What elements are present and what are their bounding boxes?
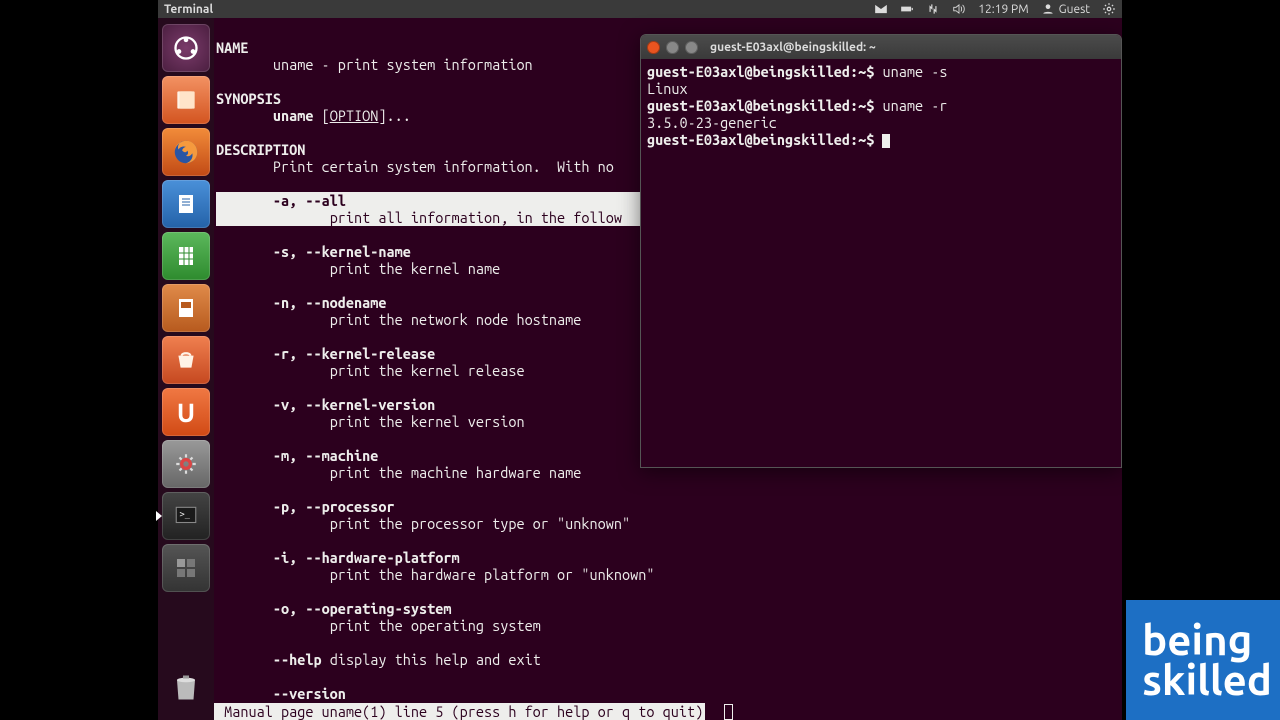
close-icon[interactable] [647,41,660,54]
man-synopsis-arg: OPTION [330,107,379,124]
man-option: -r, --kernel-release [273,345,435,362]
terminal-body[interactable]: guest-E03axl@beingskilled:~$ uname -s Li… [641,59,1121,152]
settings-icon[interactable] [162,440,210,488]
battery-icon[interactable] [900,2,914,16]
clock[interactable]: 12:19 PM [978,3,1028,16]
ubuntu-one-icon[interactable]: U [162,388,210,436]
man-option: -s, --kernel-name [273,243,411,260]
gear-icon[interactable] [1102,2,1116,16]
top-panel: Terminal 12:19 PM Guest [158,0,1122,18]
man-synopsis-header: SYNOPSIS [216,90,281,107]
man-synopsis-cmd: uname [273,107,314,124]
man-desc-line: Print certain system information. With n… [216,158,614,175]
svg-text:>_: >_ [180,510,191,520]
software-center-icon[interactable] [162,336,210,384]
terminal-titlebar[interactable]: guest-E03axl@beingskilled: ~ [641,35,1121,59]
active-app-title: Terminal [158,3,213,16]
man-option: -p, --processor [273,498,395,515]
terminal-output: 3.5.0-23-generic [647,114,777,131]
terminal-prompt: guest-E03axl@beingskilled:~$ [647,63,874,80]
terminal-window[interactable]: guest-E03axl@beingskilled: ~ guest-E03ax… [640,34,1122,468]
files-icon[interactable] [162,76,210,124]
man-name-line: uname - print system information [216,56,533,73]
man-option: -n, --nodename [273,294,387,311]
terminal-cmd: uname -s [874,63,947,80]
mail-icon[interactable] [874,2,888,16]
man-option: -o, --operating-system [273,600,452,617]
network-icon[interactable] [926,2,940,16]
writer-icon[interactable] [162,180,210,228]
volume-icon[interactable] [952,2,966,16]
terminal-cursor [882,134,890,148]
trash-icon[interactable] [162,662,210,710]
workspace-switcher-icon[interactable] [162,544,210,592]
watermark: being skilled [1126,600,1280,720]
user-menu[interactable]: Guest [1041,2,1090,16]
minimize-icon[interactable] [666,41,679,54]
man-option: -i, --hardware-platform [273,549,460,566]
terminal-prompt: guest-E03axl@beingskilled:~$ [647,97,874,114]
unity-launcher: U >_ [158,18,214,720]
man-option: --help [273,651,322,668]
man-option: --version [273,685,346,702]
man-name-header: NAME [216,39,248,56]
maximize-icon[interactable] [685,41,698,54]
man-cursor [724,704,733,720]
terminal-output: Linux [647,80,688,97]
terminal-prompt: guest-E03axl@beingskilled:~$ [647,131,874,148]
impress-icon[interactable] [162,284,210,332]
man-status-line: Manual page uname(1) line 5 (press h for… [214,703,705,720]
terminal-title: guest-E03axl@beingskilled: ~ [710,41,876,54]
dash-icon[interactable] [162,24,210,72]
man-option: -v, --kernel-version [273,396,435,413]
man-option: -m, --machine [273,447,379,464]
terminal-cmd: uname -r [874,97,947,114]
firefox-icon[interactable] [162,128,210,176]
terminal-icon[interactable]: >_ [162,492,210,540]
man-desc-header: DESCRIPTION [216,141,305,158]
calc-icon[interactable] [162,232,210,280]
